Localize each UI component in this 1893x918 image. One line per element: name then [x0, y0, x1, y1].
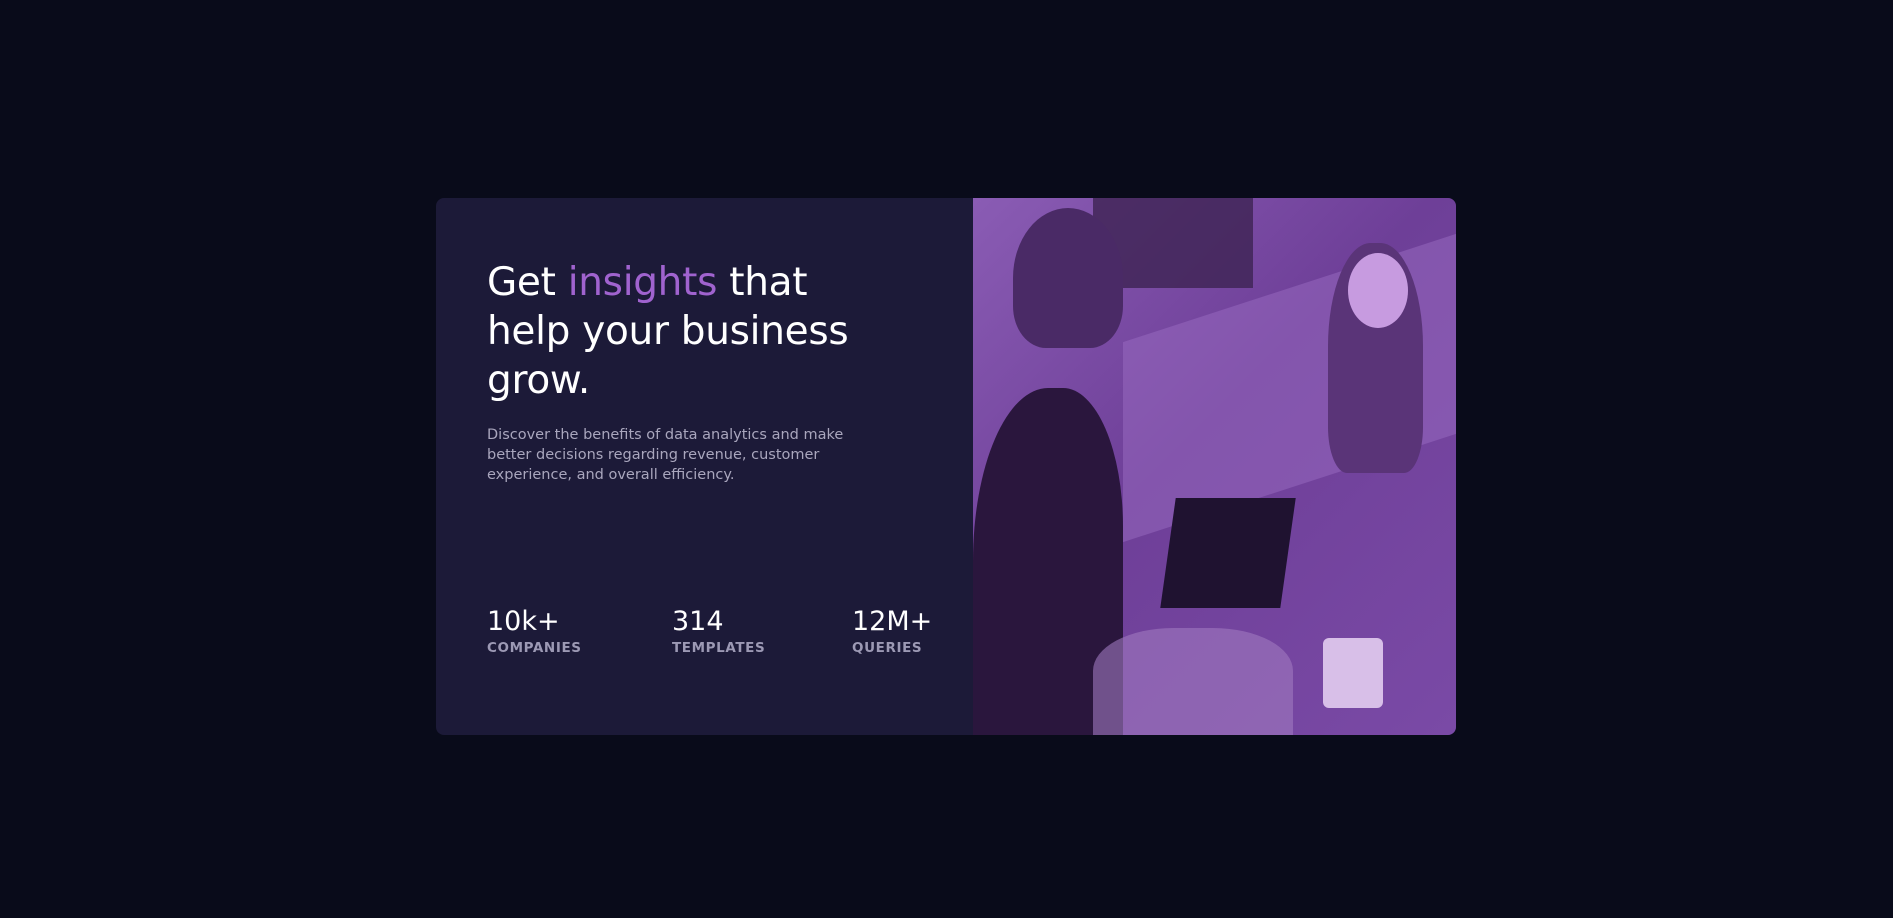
stat-value: 12M+ [852, 606, 933, 637]
headline: Get insights that help your business gro… [487, 258, 887, 405]
stat-templates: 314 TEMPLATES [672, 606, 765, 656]
description: Discover the benefits of data analytics … [487, 427, 844, 483]
stat-queries: 12M+ QUERIES [852, 606, 932, 656]
stat-label: QUERIES [852, 640, 923, 656]
insights-card: Get insights that help your business gro… [436, 198, 1456, 735]
headline-accent: insights [567, 260, 718, 305]
stat-label: TEMPLATES [672, 640, 766, 656]
office-team-photo [973, 198, 1456, 735]
stat-value: 314 [672, 606, 724, 637]
stat-label: COMPANIES [487, 640, 582, 656]
stat-companies: 10k+ COMPANIES [487, 606, 582, 656]
headline-start: Get [487, 260, 568, 305]
card-content: Get insights that help your business gro… [436, 198, 973, 735]
stat-value: 10k+ [487, 606, 560, 637]
